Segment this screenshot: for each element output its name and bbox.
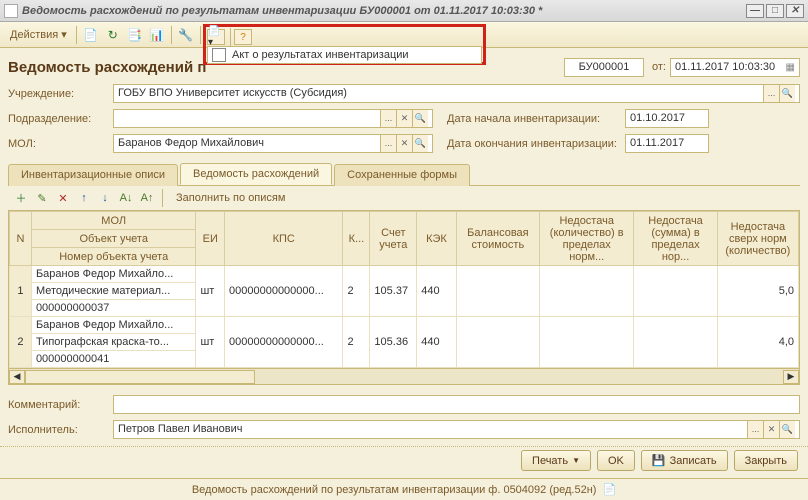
mol-open-button[interactable]: 🔍 bbox=[412, 135, 428, 152]
footer-close-button[interactable]: Закрыть bbox=[734, 450, 798, 471]
dept-clear-button[interactable]: ✕ bbox=[396, 110, 412, 127]
mol-select-button[interactable]: ... bbox=[380, 135, 396, 152]
exec-select-button[interactable]: ... bbox=[747, 421, 763, 438]
status-text: Ведомость расхождений по результатам инв… bbox=[192, 484, 597, 496]
status-bar: Ведомость расхождений по результатам инв… bbox=[0, 478, 808, 500]
org-label: Учреждение: bbox=[8, 88, 113, 100]
col-kps[interactable]: КПС bbox=[225, 212, 343, 266]
col-nsq[interactable]: Недостача сверх норм (количество) bbox=[717, 212, 798, 266]
menu-item-act-results[interactable]: Акт о результатах инвентаризации bbox=[232, 49, 409, 61]
exec-value: Петров Павел Иванович bbox=[118, 421, 242, 438]
help-icon[interactable]: ? bbox=[234, 29, 252, 45]
save-button[interactable]: 💾 Записать bbox=[641, 450, 728, 471]
dend-input[interactable]: 01.11.2017 bbox=[625, 134, 709, 153]
grid-sort-asc-icon[interactable]: A↓ bbox=[117, 189, 135, 207]
main-toolbar: Действия ▾ 📄 ↻ 📑 📊 🔧 bbox=[0, 22, 808, 48]
dept-open-button[interactable]: 🔍 bbox=[412, 110, 428, 127]
toolbar-refresh-icon[interactable]: ↻ bbox=[104, 26, 122, 44]
app-icon bbox=[4, 4, 18, 18]
toolbar-icon-3[interactable]: 📑 bbox=[126, 26, 144, 44]
toolbar-icon-1[interactable]: 📄 bbox=[82, 26, 100, 44]
dept-input[interactable]: ... ✕ 🔍 bbox=[113, 109, 433, 128]
col-n[interactable]: N bbox=[10, 212, 32, 266]
doc-date-value: 01.11.2017 10:03:30 bbox=[675, 59, 775, 76]
org-value: ГОБУ ВПО Университет искусств (Субсидия) bbox=[118, 85, 347, 102]
tabs: Инвентаризационные описи Ведомость расхо… bbox=[8, 163, 800, 186]
popup-toolbar: 📄▾ ? bbox=[207, 28, 254, 46]
col-bal[interactable]: Балансовая стоимость bbox=[456, 212, 539, 266]
doc-number[interactable]: БУ000001 bbox=[564, 58, 644, 77]
tab-inventory-lists[interactable]: Инвентаризационные описи bbox=[8, 164, 178, 186]
grid-edit-icon[interactable]: ✎ bbox=[33, 189, 51, 207]
dend-label: Дата окончания инвентаризации: bbox=[447, 138, 625, 150]
mol-label: МОЛ: bbox=[8, 138, 113, 150]
org-open-button[interactable]: 🔍 bbox=[779, 85, 795, 102]
exec-label: Исполнитель: bbox=[8, 424, 113, 436]
toolbar-icon-4[interactable]: 📊 bbox=[148, 26, 166, 44]
col-ns[interactable]: Недостача (сумма) в пределах нор... bbox=[634, 212, 717, 266]
tab-saved-forms[interactable]: Сохраненные формы bbox=[334, 164, 470, 186]
scroll-right-icon[interactable]: ▶ bbox=[783, 370, 799, 384]
mol-input[interactable]: Баранов Федор Михайлович ... ✕ 🔍 bbox=[113, 134, 433, 153]
scroll-thumb[interactable] bbox=[25, 370, 255, 384]
scroll-left-icon[interactable]: ◀ bbox=[9, 370, 25, 384]
comment-input[interactable] bbox=[113, 395, 800, 414]
exec-open-button[interactable]: 🔍 bbox=[779, 421, 795, 438]
grid-add-icon[interactable]: ＋ bbox=[12, 189, 30, 207]
exec-input[interactable]: Петров Павел Иванович ... ✕ 🔍 bbox=[113, 420, 800, 439]
label-ot: от: bbox=[652, 61, 666, 73]
col-mol[interactable]: МОЛ bbox=[31, 212, 196, 230]
col-obj[interactable]: Объект учета bbox=[31, 230, 196, 248]
status-icon[interactable]: 📄 bbox=[602, 483, 616, 496]
org-input[interactable]: ГОБУ ВПО Университет искусств (Субсидия)… bbox=[113, 84, 800, 103]
col-acc[interactable]: Счет учета bbox=[370, 212, 417, 266]
grid-movedown-icon[interactable]: ↓ bbox=[96, 189, 114, 207]
mol-clear-button[interactable]: ✕ bbox=[396, 135, 412, 152]
calendar-icon[interactable]: ▦ bbox=[786, 59, 795, 76]
create-from-icon[interactable]: 📄▾ bbox=[207, 29, 225, 45]
grid-toolbar: ＋ ✎ ✕ ↑ ↓ A↓ A↑ Заполнить по описям bbox=[8, 186, 800, 210]
save-icon: 💾 bbox=[652, 454, 666, 467]
comment-label: Комментарий: bbox=[8, 399, 113, 411]
footer-buttons: Печать▼ OK 💾 Записать Закрыть bbox=[0, 446, 808, 474]
mol-value: Баранов Федор Михайлович bbox=[118, 135, 264, 152]
dept-select-button[interactable]: ... bbox=[380, 110, 396, 127]
doc-date[interactable]: 01.11.2017 10:03:30 ▦ bbox=[670, 58, 800, 77]
h-scrollbar[interactable]: ◀ ▶ bbox=[9, 368, 799, 384]
menu-item-icon bbox=[212, 48, 226, 62]
maximize-button[interactable]: □ bbox=[766, 4, 784, 18]
ok-button[interactable]: OK bbox=[597, 450, 635, 471]
dstart-input[interactable]: 01.10.2017 bbox=[625, 109, 709, 128]
table-row[interactable]: 1Баранов Федор Михайло...шт0000000000000… bbox=[10, 266, 799, 283]
dstart-label: Дата начала инвентаризации: bbox=[447, 113, 625, 125]
tab-discrepancies[interactable]: Ведомость расхождений bbox=[180, 163, 332, 185]
table-row[interactable]: 2Баранов Федор Михайло...шт0000000000000… bbox=[10, 317, 799, 334]
col-nq[interactable]: Недостача (количество) в пределах норм..… bbox=[540, 212, 634, 266]
popup-menu[interactable]: Акт о результатах инвентаризации bbox=[207, 46, 482, 64]
minimize-button[interactable]: — bbox=[746, 4, 764, 18]
exec-clear-button[interactable]: ✕ bbox=[763, 421, 779, 438]
col-kek[interactable]: КЭК bbox=[417, 212, 456, 266]
close-button[interactable]: ✕ bbox=[786, 4, 804, 18]
col-nobj[interactable]: Номер объекта учета bbox=[31, 248, 196, 266]
window-title: Ведомость расхождений по результатам инв… bbox=[22, 5, 542, 17]
grid: N МОЛ ЕИ КПС К... Счет учета КЭК Балансо… bbox=[8, 210, 800, 385]
titlebar: Ведомость расхождений по результатам инв… bbox=[0, 0, 808, 22]
grid-moveup-icon[interactable]: ↑ bbox=[75, 189, 93, 207]
org-select-button[interactable]: ... bbox=[763, 85, 779, 102]
col-ei[interactable]: ЕИ bbox=[196, 212, 225, 266]
print-button[interactable]: Печать▼ bbox=[521, 450, 591, 471]
toolbar-icon-5[interactable]: 🔧 bbox=[177, 26, 195, 44]
grid-delete-icon[interactable]: ✕ bbox=[54, 189, 72, 207]
grid-fill-button[interactable]: Заполнить по описям bbox=[169, 189, 292, 207]
actions-menu[interactable]: Действия ▾ bbox=[4, 26, 73, 43]
grid-sort-desc-icon[interactable]: A↑ bbox=[138, 189, 156, 207]
col-k[interactable]: К... bbox=[343, 212, 370, 266]
dept-label: Подразделение: bbox=[8, 113, 113, 125]
